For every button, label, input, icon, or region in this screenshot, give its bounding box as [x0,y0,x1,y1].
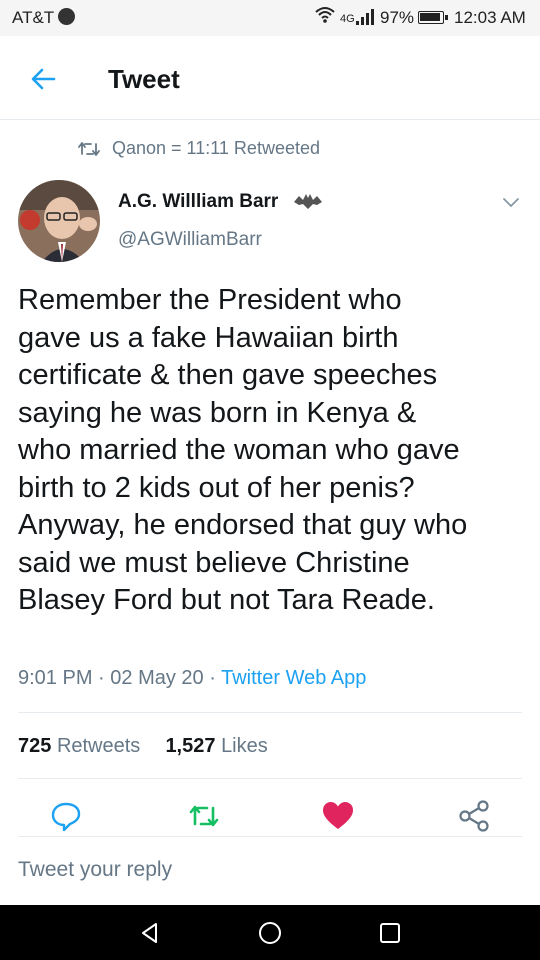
retweet-icon[interactable] [186,798,222,834]
tweet-date: 02 May 20 [110,667,204,689]
tweet-line: who married the woman who gave [18,434,460,466]
battery-percent: 97% [380,8,415,27]
avatar[interactable] [18,180,100,262]
retweets-label: Retweets [56,735,141,757]
avatar-photo-icon [18,180,100,262]
back-arrow-icon[interactable] [26,62,60,96]
divider [18,836,522,837]
tweet-line: saying he was born in Kenya & [18,396,417,429]
system-nav-bar [0,905,540,960]
retweets-count: 725 [18,735,52,757]
tweet-line: said we must believe Christine [18,546,410,579]
tweet-line: birth to 2 kids out of her penis? [18,471,415,504]
battery-icon [418,11,448,24]
chevron-down-icon[interactable] [502,196,520,208]
retweeted-by-label: Qanon = 11:11 Retweeted [112,138,320,158]
tweet-actions [0,798,540,838]
tweet-line: Anyway, he endorsed that guy who [18,509,468,541]
tweet-meta: 9:01 PM · 02 May 20 · Twitter Web App [18,667,366,690]
nav-back-icon[interactable] [136,919,164,947]
status-bar: AT&T 4G 97% 12:03 AM [0,0,540,36]
divider [18,712,522,713]
tweet-line: Blasey Ford but not Tara Reade. [18,584,435,616]
tweet-line: Remember the President who [18,284,402,316]
author-name[interactable]: A.G. Willliam Barr [118,191,278,213]
likes-stat[interactable]: 1,527 Likes [165,735,267,757]
author-handle[interactable]: @AGWilliamBarr [118,229,262,251]
meta-separator: · [209,667,216,689]
retweets-stat[interactable]: 725 Retweets [18,735,140,757]
notification-icon [58,8,75,25]
page-title: Tweet [108,64,180,94]
likes-label: Likes [221,735,268,757]
divider [18,778,522,779]
retweeted-by[interactable]: Qanon = 11:11 Retweeted [78,138,320,159]
reply-icon[interactable] [48,798,84,834]
heart-icon[interactable] [320,798,356,834]
carrier-label: AT&T [12,8,55,27]
header: Tweet [0,36,540,120]
tweet-line: gave us a fake Hawaiian birth [18,321,399,354]
signal-icon: 4G [340,9,374,25]
nav-home-icon[interactable] [256,919,284,947]
nav-recents-icon[interactable] [376,919,404,947]
wifi-icon [315,7,335,23]
retweet-small-icon [78,141,100,156]
tweet-time: 9:01 PM [18,667,93,689]
tweet-source-link[interactable]: Twitter Web App [221,667,366,689]
tweet-text: Remember the President who gave us a fak… [18,282,533,620]
reply-input[interactable]: Tweet your reply [18,858,172,882]
tweet-stats: 725 Retweets 1,527 Likes [18,735,268,758]
meta-separator: · [98,667,105,689]
likes-count: 1,527 [165,735,216,757]
tweet-line: certificate & then gave speeches [18,359,438,391]
svg-text:4G: 4G [340,13,355,25]
status-clock: 12:03 AM [454,8,526,27]
share-icon[interactable] [456,798,492,834]
bat-badge-icon [294,194,322,209]
